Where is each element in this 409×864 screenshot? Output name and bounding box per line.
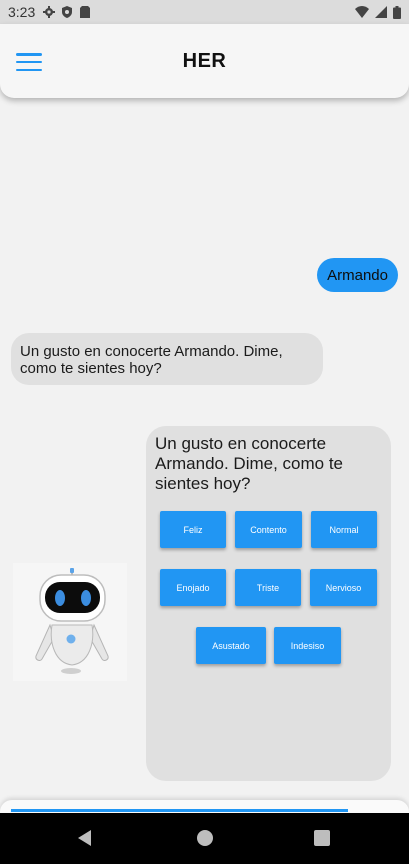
- cellular-icon: [375, 6, 387, 18]
- input-underline: [11, 809, 348, 812]
- emotion-button-triste[interactable]: Triste: [235, 569, 301, 606]
- sim-card-icon: [80, 6, 91, 18]
- emotion-button-indesiso[interactable]: Indesiso: [274, 627, 341, 664]
- menu-icon[interactable]: [16, 53, 42, 71]
- emotion-button-asustado[interactable]: Asustado: [196, 627, 266, 664]
- home-icon[interactable]: [180, 813, 230, 864]
- back-icon[interactable]: [60, 813, 110, 864]
- status-bar: 3:23: [0, 0, 409, 24]
- user-message-bubble: Armando: [317, 258, 398, 292]
- recents-icon[interactable]: [297, 813, 347, 864]
- emotion-button-nervioso[interactable]: Nervioso: [310, 569, 377, 606]
- battery-icon: [393, 5, 401, 19]
- wifi-icon: [355, 6, 369, 18]
- emotion-card-prompt: Un gusto en conocerte Armando. Dime, com…: [155, 434, 344, 493]
- emotion-button-feliz[interactable]: Feliz: [160, 511, 226, 548]
- status-time: 3:23: [8, 4, 36, 20]
- emotion-button-contento[interactable]: Contento: [235, 511, 302, 548]
- app-title: HER: [182, 49, 227, 72]
- navigation-bar: [0, 813, 409, 864]
- shield-icon: [62, 6, 73, 18]
- emotion-button-normal[interactable]: Normal: [311, 511, 377, 548]
- robot-avatar: [13, 563, 127, 681]
- emotion-button-enojado[interactable]: Enojado: [160, 569, 226, 606]
- settings-icon: [43, 6, 56, 18]
- bot-message-bubble: Un gusto en conocerte Armando. Dime, com…: [11, 333, 323, 385]
- app-bar: HER: [0, 24, 409, 98]
